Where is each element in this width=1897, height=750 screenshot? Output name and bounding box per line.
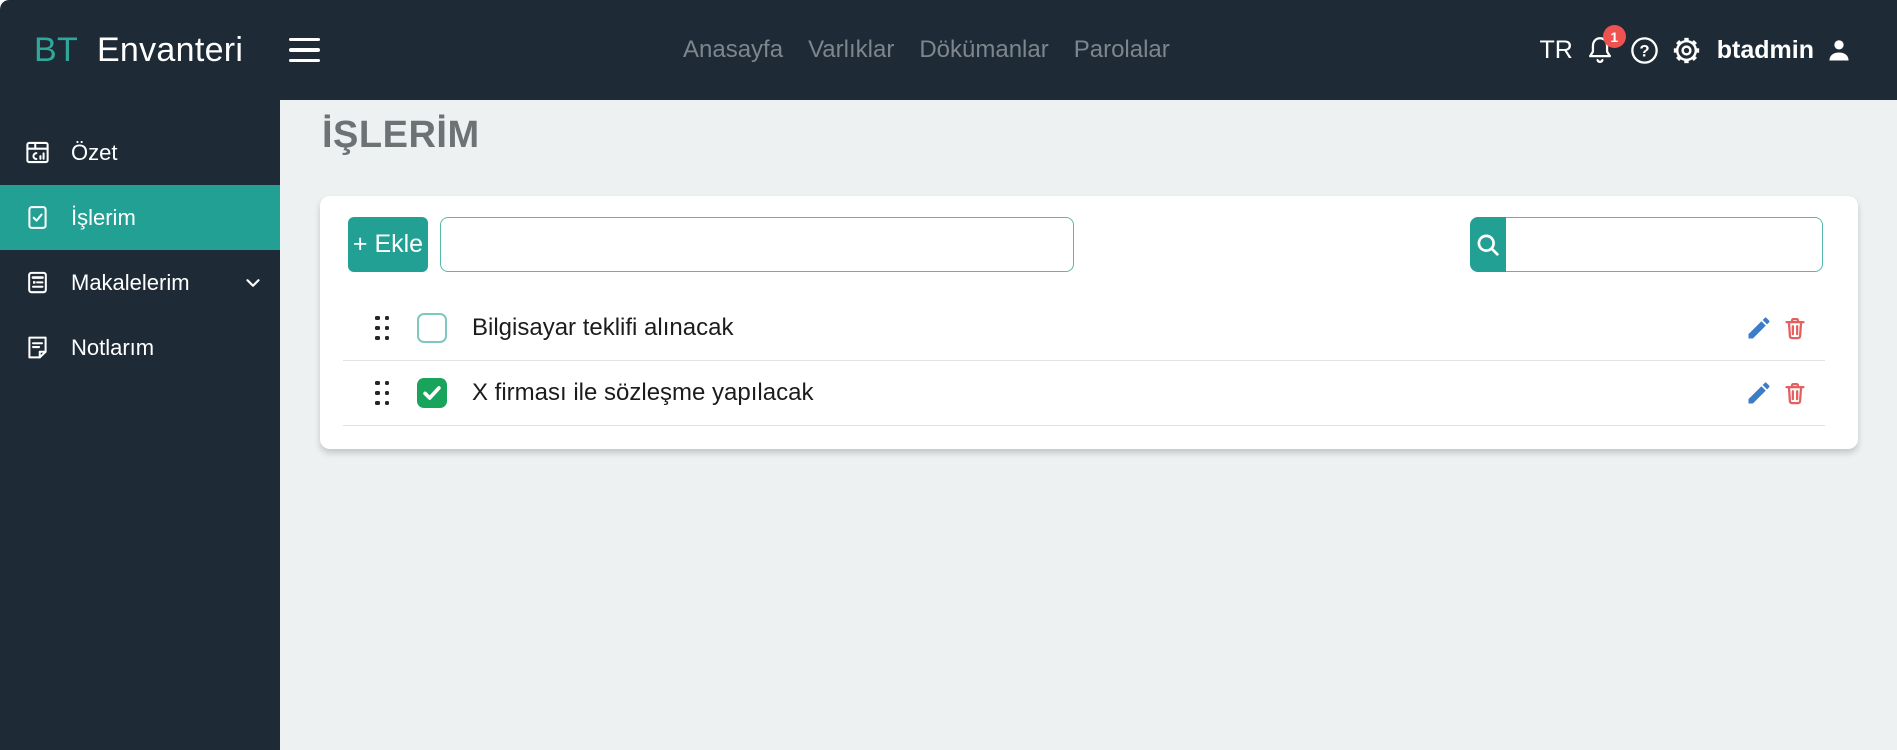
search-input[interactable]	[1506, 217, 1823, 272]
tasks-toolbar: + Ekle	[320, 196, 1858, 272]
delete-task-button[interactable]	[1782, 380, 1808, 406]
sidebar-item-label: Notlarım	[71, 334, 155, 360]
help-button[interactable]: ?	[1629, 35, 1660, 66]
sidebar-item-makalelerim[interactable]: Makalelerim	[0, 250, 280, 315]
sidebar-item-label: Özet	[71, 139, 118, 165]
app-logo[interactable]: BT Envanteri	[34, 31, 243, 70]
nav-varliklar[interactable]: Varlıklar	[808, 36, 894, 64]
user-menu-button[interactable]	[1825, 36, 1853, 64]
new-task-input[interactable]	[440, 217, 1074, 272]
sidebar-item-notlarim[interactable]: Notlarım	[0, 315, 280, 380]
task-checkbox[interactable]	[417, 378, 447, 408]
nav-parolalar[interactable]: Parolalar	[1074, 36, 1170, 64]
pencil-icon	[1748, 382, 1770, 404]
topbar-right: TR 1 ? btadmin	[1539, 25, 1853, 68]
tasks-icon	[28, 206, 47, 229]
locale-selector[interactable]: TR	[1539, 36, 1572, 65]
notes-icon	[28, 336, 47, 359]
user-icon	[1829, 40, 1849, 61]
tasks-card: + Ekle Bilgisayar teklifi alınacak X fir…	[320, 196, 1858, 449]
task-row: X firması ile sözleşme yapılacak	[320, 361, 1858, 425]
task-label: X firması ile sözleşme yapılacak	[472, 379, 814, 406]
menu-toggle-icon[interactable]	[289, 37, 321, 63]
task-actions	[1745, 379, 1808, 407]
app-root: BT Envanteri Anasayfa Varlıklar Dökümanl…	[0, 0, 1897, 750]
sidebar-item-label: İşlerim	[71, 204, 136, 230]
edit-task-button[interactable]	[1745, 379, 1773, 407]
help-icon: ?	[1630, 36, 1658, 64]
username-label: btadmin	[1716, 35, 1814, 64]
sidebar: Özet İşlerim Makalelerim Notlarım	[0, 100, 280, 750]
gear-icon	[1673, 37, 1699, 63]
svg-text:?: ?	[1639, 41, 1649, 60]
edit-task-button[interactable]	[1745, 314, 1773, 342]
main-content: İŞLERİM + Ekle Bilgisayar teklifi alınac…	[280, 100, 1897, 750]
settings-button[interactable]	[1671, 35, 1702, 66]
chevron-down-icon[interactable]	[242, 272, 264, 294]
search-button[interactable]	[1470, 217, 1506, 272]
trash-icon	[1785, 382, 1805, 405]
drag-handle-icon[interactable]	[375, 380, 389, 406]
articles-icon	[28, 271, 47, 294]
logo-secondary: Envanteri	[96, 30, 244, 69]
sidebar-item-label: Makalelerim	[71, 269, 190, 295]
topbar: BT Envanteri Anasayfa Varlıklar Dökümanl…	[0, 0, 1897, 100]
check-icon	[423, 386, 441, 400]
pencil-icon	[1748, 317, 1770, 339]
notifications-button[interactable]: 1	[1584, 25, 1626, 68]
search-icon	[1477, 234, 1499, 256]
trash-icon	[1785, 317, 1805, 340]
row-divider	[343, 425, 1825, 426]
task-list: Bilgisayar teklifi alınacak X firması il…	[320, 296, 1858, 426]
search-group	[1470, 217, 1823, 272]
delete-task-button[interactable]	[1782, 315, 1808, 341]
dashboard-icon	[26, 141, 49, 164]
task-actions	[1745, 314, 1808, 342]
drag-handle-icon[interactable]	[375, 315, 389, 341]
add-task-button[interactable]: + Ekle	[348, 217, 428, 272]
notification-badge: 1	[1602, 25, 1626, 48]
nav-anasayfa[interactable]: Anasayfa	[683, 36, 783, 64]
topnav: Anasayfa Varlıklar Dökümanlar Parolalar	[683, 0, 1170, 100]
task-label: Bilgisayar teklifi alınacak	[472, 314, 734, 341]
sidebar-item-islerim[interactable]: İşlerim	[0, 185, 280, 250]
task-checkbox[interactable]	[417, 313, 447, 343]
task-row: Bilgisayar teklifi alınacak	[320, 296, 1858, 360]
sidebar-item-ozet[interactable]: Özet	[0, 120, 280, 185]
logo-primary: BT	[34, 30, 78, 69]
page-title: İŞLERİM	[322, 114, 480, 156]
nav-dokumanlar[interactable]: Dökümanlar	[919, 36, 1048, 64]
